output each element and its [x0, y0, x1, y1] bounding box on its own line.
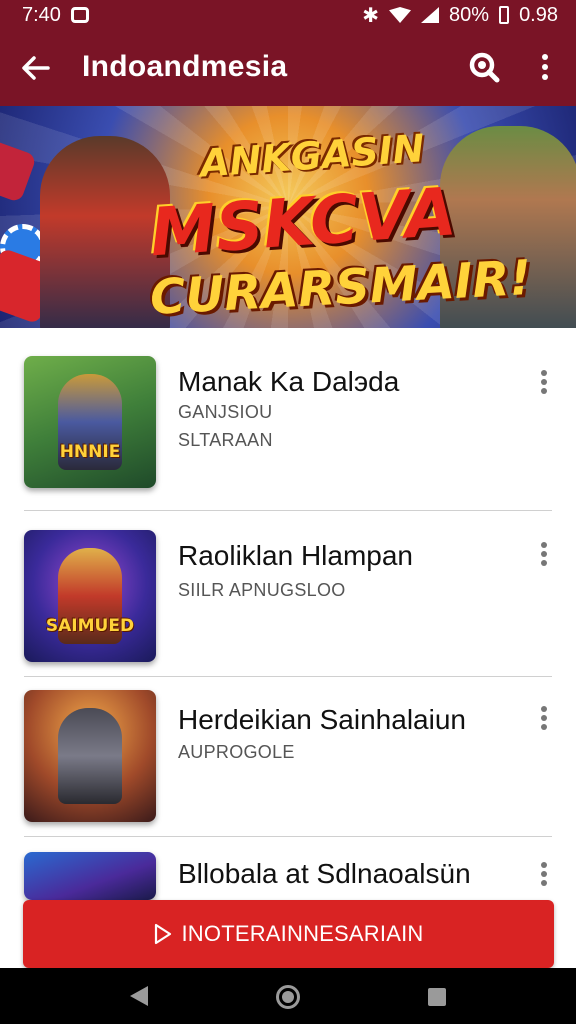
thumbnail-character — [58, 708, 122, 804]
item-more-icon[interactable] — [532, 540, 556, 568]
status-time: 7:40 — [22, 3, 61, 26]
item-more-icon[interactable] — [532, 704, 556, 732]
status-bar: 7:40 ✱ 80% 0.98 — [0, 0, 576, 30]
item-subtitle: SLTARAAN — [178, 430, 273, 450]
signal-icon — [421, 7, 440, 23]
bluetooth-icon: ✱ — [362, 4, 380, 27]
list-item[interactable]: HNNIE Manak Ka Dalэda GANJSIOU SLTARAAN — [0, 356, 576, 506]
status-right: ✱ 80% 0.98 — [362, 3, 558, 28]
thumbnail-caption: SAIMUED — [45, 616, 135, 636]
back-arrow-icon[interactable] — [20, 52, 52, 84]
app-bar: Indoandmesia — [0, 30, 576, 106]
notification-square-icon — [70, 7, 89, 23]
item-subtitle: AUPROGOLE — [178, 742, 295, 762]
divider — [24, 836, 552, 837]
nav-home-icon[interactable] — [276, 985, 300, 1009]
install-button[interactable]: INOTERAINNESARIAIN — [23, 900, 554, 968]
item-more-icon[interactable] — [532, 368, 556, 396]
status-left: 7:40 — [22, 4, 89, 27]
list-item[interactable]: Herdeikian Sainhalaiun AUPROGOLE — [0, 690, 576, 830]
status-clock-right: 0.98 — [519, 3, 558, 26]
game-thumbnail — [24, 690, 156, 822]
item-title: Herdeikian Sainhalaiun — [178, 704, 466, 735]
list-item[interactable]: SAIMUED Raoliklan Hlampan SIILR APNUGSLO… — [0, 528, 576, 668]
thumbnail-caption: HNNIE — [59, 442, 121, 462]
nav-recents-icon[interactable] — [428, 988, 446, 1006]
more-vert-icon[interactable] — [530, 52, 560, 82]
install-button-label: INOTERAINNESARIAIN — [181, 921, 424, 946]
promo-banner[interactable]: ANKGASIN MSKCVA CURARSMAIR! — [0, 106, 576, 328]
system-nav-bar — [0, 968, 576, 1024]
game-thumbnail: SAIMUED — [24, 530, 156, 662]
wifi-icon — [389, 7, 412, 23]
play-outline-icon — [154, 923, 171, 945]
game-thumbnail: HNNIE — [24, 356, 156, 488]
divider — [24, 676, 552, 677]
item-title: Raoliklan Hlampan — [178, 540, 414, 571]
item-subtitle: SIILR APNUGSLOO — [178, 580, 346, 600]
nav-back-icon[interactable] — [130, 986, 148, 1006]
battery-icon — [499, 6, 510, 24]
item-title: Manak Ka Dalэda — [178, 366, 400, 397]
search-icon[interactable] — [466, 50, 500, 84]
item-more-icon[interactable] — [532, 860, 556, 888]
game-thumbnail — [24, 852, 156, 900]
list-item[interactable]: Bllobala at Sdlnaoalsün — [0, 852, 576, 902]
divider — [24, 510, 552, 511]
page-title: Indoandmesia — [82, 50, 288, 83]
battery-percent: 80% — [449, 3, 490, 26]
item-title: Bllobala at Sdlnaoalsün — [178, 858, 471, 889]
item-subtitle: GANJSIOU — [178, 402, 273, 422]
